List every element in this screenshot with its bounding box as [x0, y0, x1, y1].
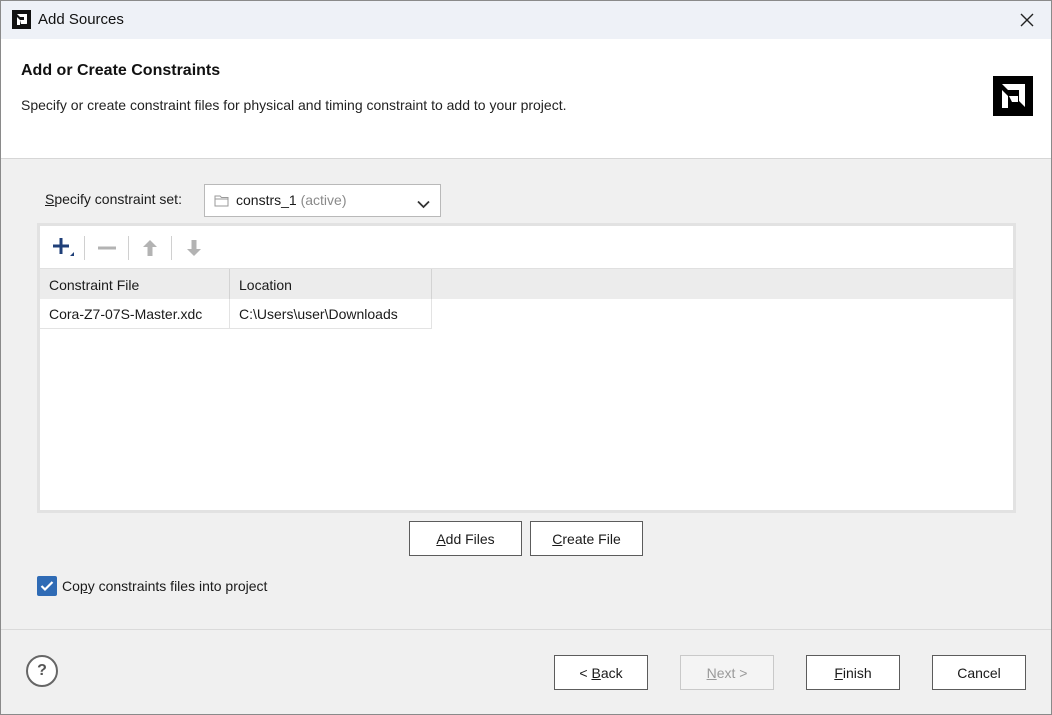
- back-label: ack: [600, 664, 623, 681]
- help-button[interactable]: ?: [26, 655, 58, 687]
- constraint-set-label-mnemonic: S: [45, 191, 55, 207]
- copy-label-post: y constraints files into project: [87, 578, 268, 594]
- help-icon: ?: [37, 662, 47, 679]
- column-header-location[interactable]: Location: [230, 269, 432, 300]
- close-button[interactable]: [1015, 8, 1039, 32]
- remove-button[interactable]: [94, 235, 120, 261]
- constraint-files-panel: Constraint File Location Cora-Z7-07S-Mas…: [37, 223, 1016, 513]
- back-button[interactable]: < Back: [554, 655, 648, 690]
- page-description: Specify or create constraint files for p…: [21, 97, 567, 113]
- cell-location: C:\Users\user\Downloads: [239, 306, 398, 322]
- toolbar-divider: [84, 236, 85, 260]
- toolbar-divider: [171, 236, 172, 260]
- copy-constraints-checkbox[interactable]: [37, 576, 57, 596]
- constraint-set-label-text: pecify constraint set:: [54, 191, 182, 207]
- copy-label-mnemonic: p: [79, 578, 88, 594]
- plus-icon: [53, 238, 74, 256]
- footer-divider: [1, 629, 1051, 630]
- move-up-button[interactable]: [137, 235, 163, 261]
- add-files-mnemonic: A: [436, 530, 446, 547]
- add-sources-dialog: Add Sources Add or Create Constraints Sp…: [0, 0, 1052, 715]
- add-files-label: dd Files: [445, 530, 495, 547]
- arrow-up-icon: [143, 240, 157, 256]
- finish-label: inish: [842, 664, 872, 681]
- table-row[interactable]: Cora-Z7-07S-Master.xdc C:\Users\user\Dow…: [40, 299, 432, 329]
- copy-constraints-label[interactable]: Copy constraints files into project: [62, 578, 267, 594]
- table-toolbar: [40, 226, 1013, 268]
- constraint-set-status: (active): [300, 192, 347, 208]
- finish-button[interactable]: Finish: [806, 655, 900, 690]
- constraint-set-label: Specify constraint set:: [45, 191, 182, 207]
- cell-constraint-file: Cora-Z7-07S-Master.xdc: [40, 299, 230, 329]
- create-file-mnemonic: C: [552, 530, 563, 547]
- amd-logo-icon: [993, 76, 1033, 116]
- arrow-down-icon: [187, 240, 201, 256]
- page-title: Add or Create Constraints: [21, 62, 221, 79]
- table-header: Constraint File Location: [40, 268, 1013, 300]
- add-files-button[interactable]: Add Files: [409, 521, 522, 556]
- back-mnemonic: B: [591, 664, 601, 681]
- folder-icon: [214, 194, 229, 211]
- column-header-constraint-file[interactable]: Constraint File: [40, 269, 230, 300]
- cancel-button[interactable]: Cancel: [932, 655, 1026, 690]
- app-logo-icon: [12, 10, 31, 29]
- copy-label-pre: Co: [62, 578, 80, 594]
- create-file-button[interactable]: Create File: [530, 521, 643, 556]
- next-label: ext >: [716, 664, 748, 681]
- next-button[interactable]: Next >: [680, 655, 774, 690]
- back-prefix: <: [579, 664, 592, 681]
- checkmark-icon: [40, 581, 54, 592]
- constraint-set-dropdown[interactable]: constrs_1 (active): [204, 184, 441, 217]
- chevron-down-icon: [417, 196, 430, 213]
- move-down-button[interactable]: [181, 235, 207, 261]
- close-icon: [1020, 13, 1034, 27]
- constraint-set-value: constrs_1 (active): [236, 192, 347, 208]
- constraint-set-name: constrs_1: [236, 192, 297, 208]
- minus-icon: [98, 246, 116, 250]
- title-bar: Add Sources: [1, 1, 1051, 39]
- add-button[interactable]: [50, 235, 76, 261]
- dialog-header: Add or Create Constraints Specify or cre…: [1, 39, 1051, 159]
- finish-mnemonic: F: [834, 664, 843, 681]
- create-file-label: reate File: [562, 530, 621, 547]
- next-mnemonic: N: [706, 664, 717, 681]
- toolbar-divider: [128, 236, 129, 260]
- window-title: Add Sources: [38, 11, 124, 28]
